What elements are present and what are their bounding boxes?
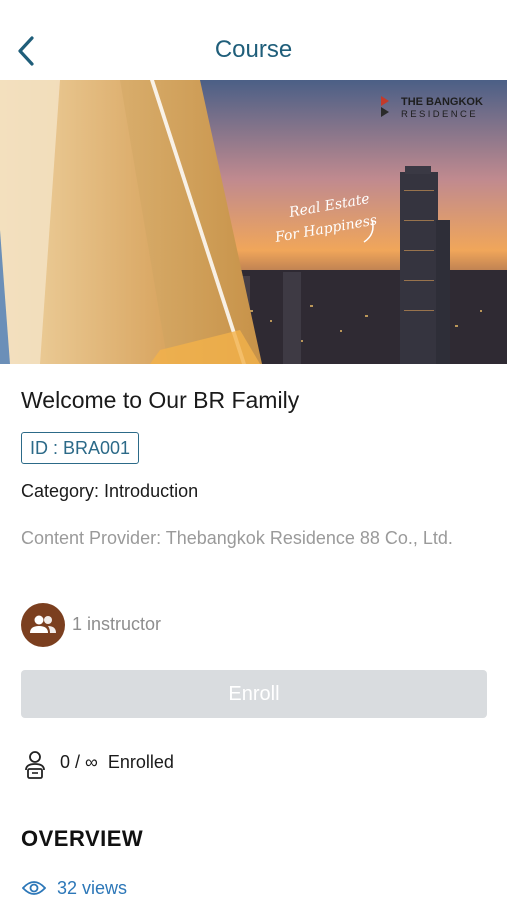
view-count: 32 views [57,878,128,898]
instructor-avatar[interactable] [21,603,65,647]
course-id-badge: ID : BRA001 [21,432,140,464]
course-category: Category: Introduction [21,481,199,501]
course-title: Welcome to Our BR Family [21,387,300,413]
eye-icon [21,879,47,897]
svg-text:RESIDENCE: RESIDENCE [401,109,478,120]
course-banner-image: THE BANGKOK RESIDENCE Real Estate For Ha… [0,80,507,364]
learner-icon [22,750,48,780]
app-header: Course [0,0,507,80]
page-title: Course [214,36,293,63]
content-provider: Content Provider: Thebangkok Residence 8… [21,528,453,548]
enrolled-status: 0 / ∞ Enrolled [60,752,174,772]
svg-text:THE BANGKOK: THE BANGKOK [401,96,483,108]
enroll-button[interactable]: Enroll [21,670,487,718]
overview-heading: OVERVIEW [21,826,144,851]
people-icon [30,615,56,633]
instructor-count[interactable]: 1 instructor [72,614,161,635]
